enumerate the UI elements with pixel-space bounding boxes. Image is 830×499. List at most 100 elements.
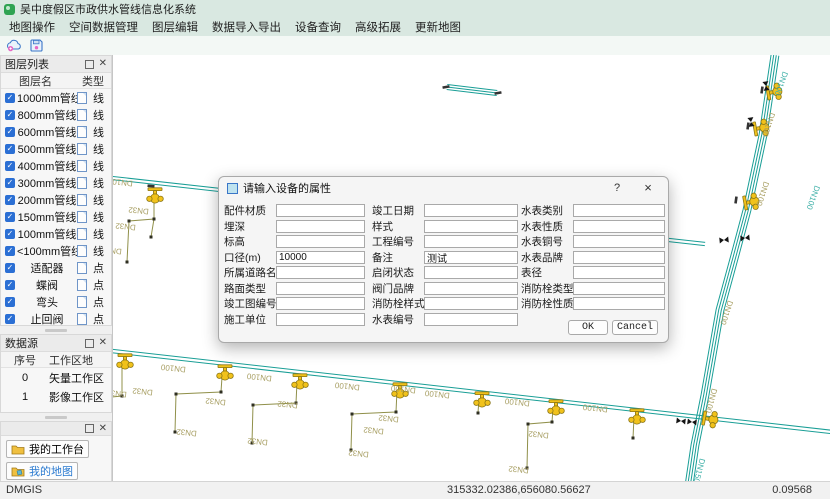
checkbox-icon[interactable]: ✓ [5, 263, 15, 273]
checkbox-icon[interactable]: ✓ [5, 246, 15, 256]
dialog-close-button[interactable]: × [640, 180, 656, 196]
checkbox-icon[interactable]: ✓ [5, 110, 15, 120]
close-panel-icon[interactable]: ✕ [99, 60, 107, 68]
valve-icon[interactable] [687, 418, 697, 425]
panel-splitter[interactable] [0, 326, 112, 334]
float-panel-icon[interactable] [85, 339, 94, 348]
layer-row[interactable]: ✓150mm管线线 [1, 208, 111, 225]
table-row[interactable]: 0矢量工作区 [1, 368, 111, 387]
dialog-field-input[interactable] [276, 220, 365, 233]
menu-item-6[interactable]: 高级拓展 [348, 19, 408, 35]
dialog-field-input[interactable] [424, 313, 518, 326]
valve-icon[interactable] [719, 237, 729, 244]
float-panel-icon[interactable] [85, 60, 94, 69]
menu-item-5[interactable]: 设备查询 [288, 19, 348, 35]
hydrant-symbol[interactable] [292, 374, 309, 389]
layer-type: 线 [93, 90, 104, 106]
dialog-field-input[interactable] [573, 282, 665, 295]
hydrant-symbol[interactable] [548, 400, 565, 415]
pipe-label: DN100 [160, 362, 186, 374]
row-index: 1 [1, 391, 49, 403]
dialog-field-input[interactable] [424, 220, 518, 233]
pipeline[interactable] [686, 55, 774, 482]
checkbox-icon[interactable]: ✓ [5, 178, 15, 188]
cancel-button[interactable]: Cancel [612, 320, 658, 335]
dialog-field-input[interactable] [573, 266, 665, 279]
service-branch[interactable] [151, 219, 154, 237]
dialog-field-input[interactable] [424, 282, 518, 295]
pipeline[interactable] [683, 55, 771, 482]
layer-row[interactable]: ✓600mm管线线 [1, 123, 111, 140]
dialog-field-input[interactable] [276, 313, 365, 326]
dialog-field-label: 备注 [372, 250, 424, 265]
valve-icon[interactable] [676, 417, 686, 424]
layer-row[interactable]: ✓蝶阀点 [1, 276, 111, 293]
dialog-help-button[interactable]: ? [610, 181, 624, 195]
layer-row[interactable]: ✓100mm管线线 [1, 225, 111, 242]
dialog-field-row: 口径(m) [224, 250, 365, 266]
menu-item-2[interactable]: 空间数据管理 [62, 19, 145, 35]
dialog-field-input[interactable] [573, 220, 665, 233]
dialog-field-input[interactable] [276, 266, 365, 279]
layer-row[interactable]: ✓200mm管线线 [1, 191, 111, 208]
layer-row[interactable]: ✓止回阀点 [1, 310, 111, 326]
dialog-field-input[interactable] [276, 297, 365, 310]
checkbox-icon[interactable]: ✓ [5, 144, 15, 154]
layer-name: <100mm管线 [17, 243, 77, 259]
dialog-field-input[interactable] [424, 297, 518, 310]
dialog-field-input[interactable] [276, 282, 365, 295]
panel-splitter[interactable] [0, 413, 112, 421]
layer-row[interactable]: ✓300mm管线线 [1, 174, 111, 191]
dialog-field-input[interactable] [573, 251, 665, 264]
checkbox-icon[interactable]: ✓ [5, 314, 15, 324]
dialog-field-input[interactable] [276, 235, 365, 248]
dialog-field-input[interactable] [424, 251, 518, 264]
dialog-titlebar: 请输入设备的属性 [219, 177, 668, 199]
layer-row[interactable]: ✓<100mm管线线 [1, 242, 111, 259]
dialog-field-input[interactable] [573, 297, 665, 310]
node-marker [128, 220, 131, 223]
hydrant-symbol[interactable] [629, 409, 646, 424]
close-panel-icon[interactable]: ✕ [99, 425, 107, 433]
checkbox-icon[interactable]: ✓ [5, 212, 15, 222]
dialog-field-input[interactable] [424, 204, 518, 217]
dialog-field-input[interactable] [424, 235, 518, 248]
dialog-field-input[interactable] [276, 251, 365, 264]
layer-row[interactable]: ✓500mm管线线 [1, 140, 111, 157]
checkbox-icon[interactable]: ✓ [5, 229, 15, 239]
service-branch[interactable] [252, 382, 297, 443]
menu-item-7[interactable]: 更新地图 [408, 19, 468, 35]
layer-row[interactable]: ✓800mm管线线 [1, 106, 111, 123]
layer-row[interactable]: ✓1000mm管线线 [1, 89, 111, 106]
dialog-field-label: 表径 [521, 265, 573, 280]
hydrant-symbol[interactable] [147, 188, 164, 203]
checkbox-icon[interactable]: ✓ [5, 297, 15, 307]
checkbox-icon[interactable]: ✓ [5, 280, 15, 290]
table-row[interactable]: 1影像工作区 [1, 387, 111, 406]
hydrant-symbol[interactable] [217, 365, 234, 380]
float-panel-icon[interactable] [85, 424, 94, 433]
save-button[interactable] [28, 38, 45, 54]
dialog-field-input[interactable] [573, 204, 665, 217]
dialog-field-input[interactable] [276, 204, 365, 217]
ok-button[interactable]: OK [568, 320, 608, 335]
checkbox-icon[interactable]: ✓ [5, 93, 15, 103]
hydrant-symbol[interactable] [474, 392, 491, 407]
checkbox-icon[interactable]: ✓ [5, 127, 15, 137]
my-map-button[interactable]: 我的地图 [6, 462, 78, 480]
layer-row[interactable]: ✓适配器点 [1, 259, 111, 276]
layer-row[interactable]: ✓400mm管线线 [1, 157, 111, 174]
checkbox-icon[interactable]: ✓ [5, 195, 15, 205]
dialog-field-input[interactable] [573, 235, 665, 248]
menu-item-4[interactable]: 数据导入导出 [205, 19, 288, 35]
hydrant-symbol[interactable] [117, 354, 134, 369]
my-workbench-button[interactable]: 我的工作台 [6, 440, 89, 458]
dialog-field-input[interactable] [424, 266, 518, 279]
menu-item-1[interactable]: 地图操作 [2, 19, 62, 35]
layer-row[interactable]: ✓弯头点 [1, 293, 111, 310]
close-panel-icon[interactable]: ✕ [99, 339, 107, 347]
checkbox-icon[interactable]: ✓ [5, 161, 15, 171]
pipeline[interactable] [113, 349, 830, 430]
cloud-sync-button[interactable] [5, 38, 22, 54]
menu-item-3[interactable]: 图层编辑 [145, 19, 205, 35]
